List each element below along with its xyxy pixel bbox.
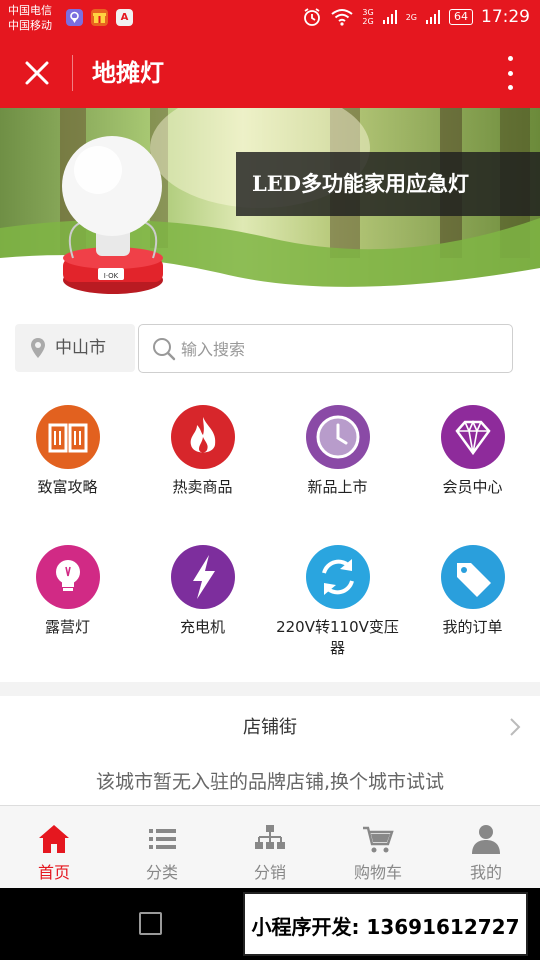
more-dot-icon — [507, 85, 513, 90]
hierarchy-icon — [255, 825, 285, 849]
shop-empty-message: 该城市暂无入驻的品牌店铺,换个城市试试 — [95, 771, 445, 793]
status-right: 3G 2G 2G 64 17:29 — [302, 7, 530, 27]
page-title: 地摊灯 — [92, 59, 164, 87]
category-new-arrivals[interactable]: 新品上市 — [270, 405, 405, 498]
category-label: 露营灯 — [44, 618, 90, 636]
battery-indicator: 64 — [449, 9, 473, 25]
wifi-icon — [331, 9, 354, 26]
tab-distribution[interactable]: 分销 — [216, 806, 324, 889]
tab-cart[interactable]: 购物车 — [324, 806, 432, 889]
lamp-switch-label: I·OK — [104, 272, 119, 280]
tab-label: 分类 — [145, 863, 178, 882]
search-input[interactable] — [181, 333, 501, 365]
category-label: 热卖商品 — [172, 478, 233, 496]
shop-street-title: 店铺街 — [243, 717, 297, 738]
fire-icon — [170, 405, 235, 469]
book-icon — [35, 405, 100, 469]
category-wealth-guide[interactable]: 致富攻略 — [0, 405, 135, 498]
tab-label: 首页 — [37, 863, 70, 882]
clock-icon — [305, 405, 370, 469]
carrier-1: 中国电信 — [8, 4, 52, 17]
contact-overlay: 小程序开发: 13691612727 — [243, 892, 528, 956]
category-transformer[interactable]: 220V转110V变压器 — [270, 545, 405, 659]
banner-caption: LED多功能家用应急灯 — [236, 152, 540, 216]
recent-apps-button[interactable] — [139, 912, 162, 935]
tag-icon — [440, 545, 505, 609]
carrier-2: 中国移动 — [8, 19, 52, 32]
category-my-orders[interactable]: 我的订单 — [405, 545, 540, 638]
tab-label: 我的 — [469, 863, 502, 882]
more-dot-icon — [507, 56, 513, 61]
gift-app-icon — [91, 9, 108, 26]
category-label: 新品上市 — [307, 478, 368, 496]
title-bar: 地摊灯 — [0, 38, 540, 108]
contact-text: 小程序开发: 13691612727 — [251, 915, 520, 939]
location-app-icon — [66, 9, 83, 26]
location-pin-icon — [31, 338, 45, 358]
tab-mine[interactable]: 我的 — [432, 806, 540, 889]
close-button[interactable] — [22, 58, 52, 88]
more-dot-icon — [507, 70, 513, 76]
city-picker[interactable]: 中山市 — [15, 324, 135, 372]
category-label: 充电机 — [179, 618, 225, 636]
status-bar: 中国电信 中国移动 A 3G 2G 2G 64 17:29 — [0, 0, 540, 38]
text-app-icon: A — [116, 9, 133, 26]
more-menu-button[interactable] — [504, 56, 516, 90]
clock: 17:29 — [481, 7, 530, 27]
city-label: 中山市 — [55, 338, 106, 358]
title-divider — [72, 55, 73, 91]
network-type-2: 2G — [405, 12, 417, 22]
category-member-center[interactable]: 会员中心 — [405, 405, 540, 498]
signal-icon-1 — [382, 10, 397, 24]
tab-label: 购物车 — [353, 863, 402, 882]
tab-label: 分销 — [253, 863, 286, 882]
promo-banner[interactable]: I·OK LED多功能家用应急灯 — [0, 108, 540, 308]
category-label: 致富攻略 — [37, 478, 98, 496]
lightning-icon — [170, 545, 235, 609]
refresh-icon — [305, 545, 370, 609]
alarm-icon — [304, 8, 321, 26]
close-icon — [25, 61, 49, 85]
category-label: 220V转110V变压器 — [276, 618, 399, 657]
section-divider — [0, 682, 540, 696]
notification-icons: A — [66, 9, 133, 26]
bottom-tab-bar: 首页 分类 分销 购物车 我的 — [0, 805, 540, 888]
chevron-right-icon — [510, 718, 521, 736]
user-icon — [472, 825, 500, 854]
network-type-1: 3G 2G — [362, 8, 374, 26]
bulb-icon — [35, 545, 100, 609]
search-icon — [153, 338, 176, 361]
list-icon — [149, 829, 176, 849]
shop-street-header[interactable]: 店铺街 — [0, 696, 540, 756]
search-box[interactable] — [138, 324, 513, 373]
category-hot-items[interactable]: 热卖商品 — [135, 405, 270, 498]
carrier-info: 中国电信 中国移动 — [8, 3, 52, 33]
signal-icon-2 — [426, 10, 440, 24]
category-label: 我的订单 — [442, 618, 503, 636]
category-camping-lamp[interactable]: 露营灯 — [0, 545, 135, 638]
category-label: 会员中心 — [442, 478, 503, 496]
tab-home[interactable]: 首页 — [0, 806, 108, 889]
tab-category[interactable]: 分类 — [108, 806, 216, 889]
category-charger[interactable]: 充电机 — [135, 545, 270, 638]
diamond-icon — [440, 405, 505, 469]
home-icon — [39, 825, 69, 853]
cart-icon — [363, 826, 394, 853]
